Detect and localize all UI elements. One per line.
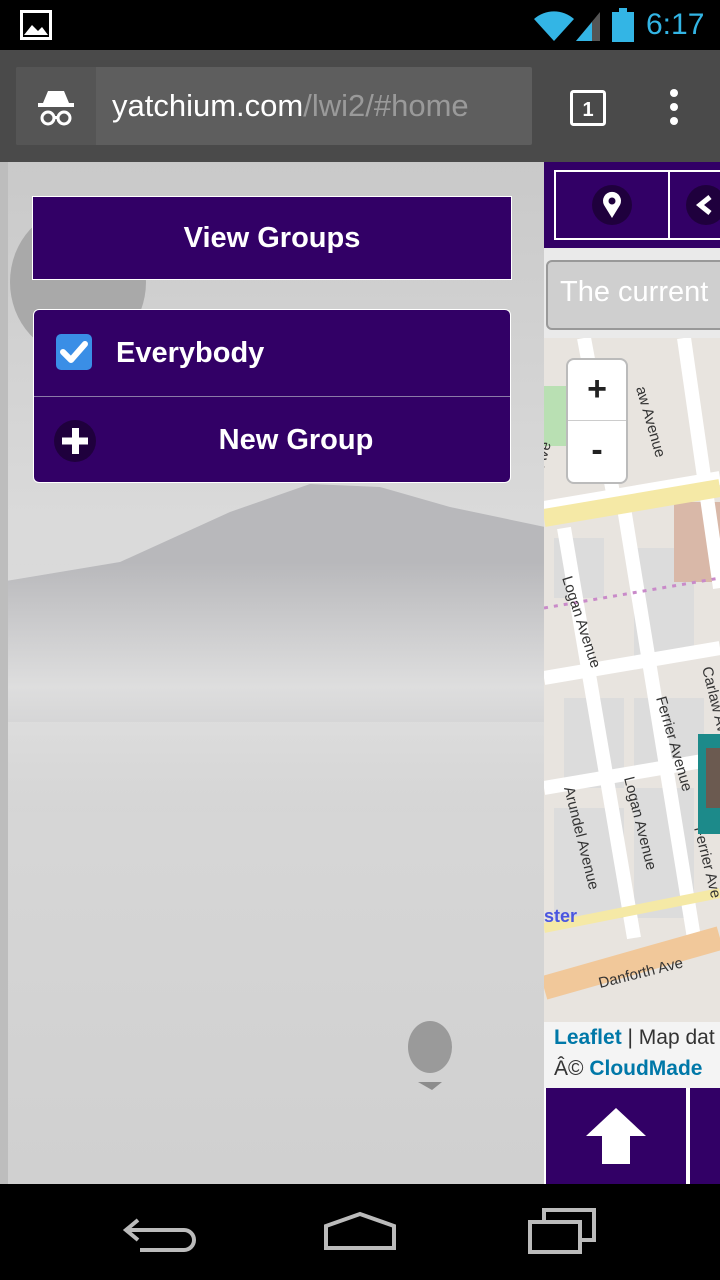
home-icon[interactable] <box>320 1208 400 1256</box>
browser-toolbar: yatchium.com/lwi2/#home 1 <box>0 50 720 162</box>
street-label-ster: ster <box>544 906 577 926</box>
copyright-text: Â© <box>554 1057 590 1080</box>
status-bar: 6:17 <box>0 0 720 50</box>
overflow-menu-icon[interactable] <box>660 88 688 126</box>
current-location-label: The current <box>560 276 709 308</box>
group-label-everybody: Everybody <box>116 337 265 369</box>
next-button[interactable] <box>690 1088 720 1184</box>
address-bar[interactable]: yatchium.com/lwi2/#home <box>16 67 532 145</box>
view-groups-button[interactable]: View Groups <box>32 196 512 280</box>
group-list: Everybody New Group <box>33 309 511 483</box>
map-attribution: Leaflet | Map dat Â© CloudMade <box>544 1022 720 1088</box>
page-content: View Groups Everybody New Group The curr… <box>0 162 720 1184</box>
zoom-out-button[interactable]: - <box>568 421 626 481</box>
url-text[interactable]: yatchium.com/lwi2/#home <box>112 86 469 126</box>
map-data-text: | Map dat <box>621 1026 715 1049</box>
tab-count: 1 <box>582 99 593 121</box>
tabs-icon: 1 <box>570 90 606 126</box>
new-group-label: New Group <box>218 424 374 456</box>
url-path: /lwi2/#home <box>303 88 469 123</box>
url-host: yatchium.com <box>112 88 304 123</box>
new-group-button[interactable]: New Group <box>34 397 510 482</box>
zoom-in-button[interactable]: + <box>568 360 626 421</box>
clock: 6:17 <box>646 8 705 41</box>
up-button[interactable] <box>546 1088 686 1184</box>
view-groups-label: View Groups <box>183 221 361 254</box>
cloudmade-link[interactable]: CloudMade <box>589 1057 702 1080</box>
incognito-indicator <box>16 67 96 145</box>
leaflet-link[interactable]: Leaflet <box>554 1026 622 1049</box>
location-button[interactable] <box>554 170 670 240</box>
location-pin-icon <box>592 185 632 225</box>
android-nav-bar <box>0 1184 720 1280</box>
tabs-button[interactable]: 1 <box>570 90 606 126</box>
incognito-icon <box>38 91 74 126</box>
direction-button[interactable] <box>668 170 720 240</box>
map-toolbar <box>544 162 720 248</box>
map-bottom-bar <box>544 1088 720 1184</box>
group-item-everybody[interactable]: Everybody <box>34 310 510 397</box>
wifi-icon <box>534 11 574 41</box>
image-notification-icon <box>20 10 52 40</box>
back-icon[interactable] <box>120 1208 200 1256</box>
everybody-checkbox[interactable] <box>56 334 92 370</box>
signal-icon <box>576 12 600 41</box>
zoom-control: + - <box>566 358 628 484</box>
current-location-text: The current <box>546 260 720 330</box>
checkmark-icon <box>60 341 88 363</box>
map-panel: The current Logan Avenue Ferrier Avenue … <box>544 162 720 1184</box>
arrow-left-icon <box>686 185 720 225</box>
battery-icon <box>612 8 634 42</box>
arrow-up-icon <box>586 1108 646 1164</box>
recent-apps-icon[interactable] <box>522 1206 602 1258</box>
